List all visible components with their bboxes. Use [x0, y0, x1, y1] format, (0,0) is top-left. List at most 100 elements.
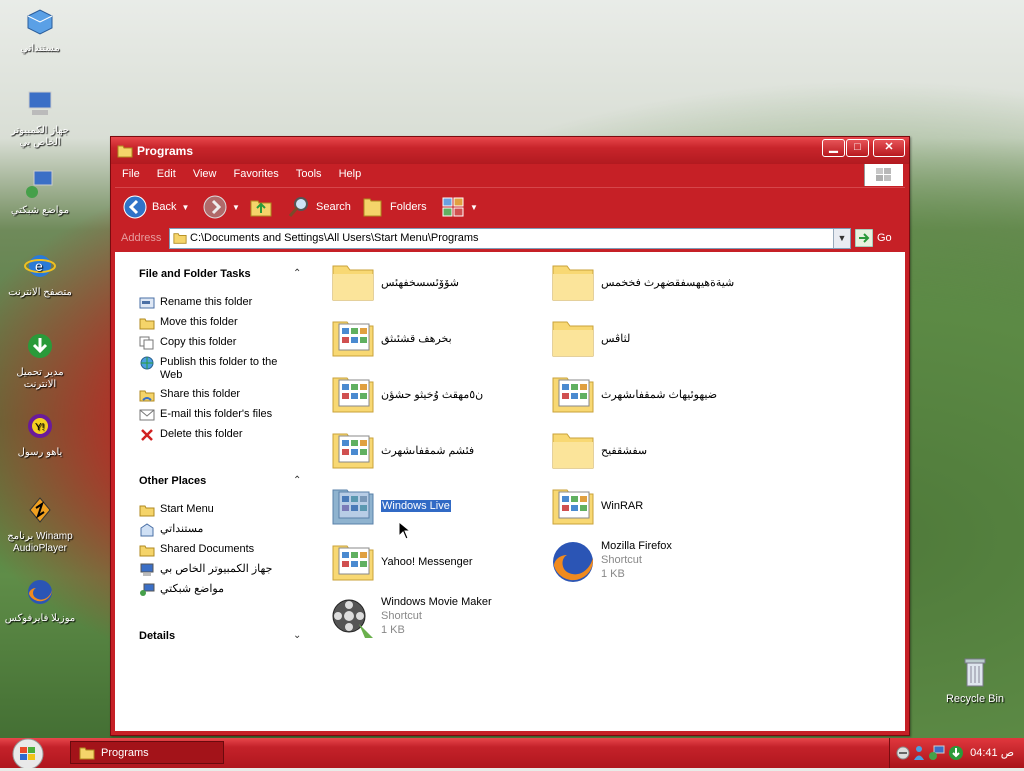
title-bar[interactable]: Programs ▁ □ ✕: [111, 137, 909, 164]
system-tray: 04:41 ص: [889, 738, 1024, 768]
content-area: File and Folder Tasks ⌃ Rename this fold…: [115, 252, 905, 731]
file-item[interactable]: سفشقفيح: [549, 426, 759, 478]
file-item[interactable]: Windows Movie Maker Shortcut 1 KB: [329, 594, 539, 646]
chevron-up-icon[interactable]: ⌃: [293, 475, 301, 486]
place-my-network[interactable]: مواضع شبكتي: [139, 583, 299, 597]
desktop-icon-mozilla-firefox[interactable]: موزيلا فايرفوكس: [0, 576, 80, 625]
start-button[interactable]: [0, 738, 56, 770]
folder-icon: [79, 747, 95, 759]
close-button[interactable]: ✕: [873, 139, 905, 157]
share-icon: [139, 390, 155, 402]
file-folder-tasks-header[interactable]: File and Folder Tasks: [139, 268, 251, 280]
task-copy-folder[interactable]: Copy this folder: [139, 336, 299, 350]
winamp-icon: [29, 497, 51, 523]
menu-tools[interactable]: Tools: [289, 164, 329, 180]
task-email-files[interactable]: E-mail this folder's files: [139, 408, 299, 422]
desktop-icon-download-manager[interactable]: مدير تحميل الانترنت: [0, 330, 80, 391]
up-folder-button[interactable]: [249, 193, 273, 221]
mouse-cursor-icon: [398, 521, 412, 540]
desktop-icon-my-documents[interactable]: مستنداتي: [0, 6, 80, 55]
explorer-window[interactable]: Programs ▁ □ ✕ File Edit View Favorites …: [110, 136, 910, 736]
address-dropdown-button[interactable]: ▼: [833, 229, 850, 248]
views-button[interactable]: ▼: [441, 193, 478, 221]
file-item[interactable]: بخرهف قشئىثق: [329, 314, 539, 366]
forward-dropdown-icon: ▼: [232, 202, 240, 212]
go-button[interactable]: Go: [855, 228, 905, 248]
file-item[interactable]: شيةةهيهسفقضهرث فخخمس: [549, 258, 759, 310]
network-tray-icon[interactable]: [928, 745, 946, 761]
file-item[interactable]: شۆۆئسسخفهئس: [329, 258, 539, 310]
chevron-down-icon: ▼: [837, 233, 847, 243]
email-icon: [139, 409, 155, 421]
file-item[interactable]: ن٥مهقث وُخيثو حشؤن: [329, 370, 539, 422]
desktop-icon-yahoo-messenger[interactable]: Y! ياهو رسول: [0, 410, 80, 459]
place-shared-documents[interactable]: Shared Documents: [139, 543, 299, 557]
chevron-down-icon[interactable]: ⌄: [293, 630, 301, 641]
file-item[interactable]: Yahoo! Messenger: [329, 538, 539, 590]
folder-icon: [552, 265, 594, 301]
program-group-icon: [332, 321, 374, 357]
download-tray-icon[interactable]: [948, 745, 964, 761]
file-item[interactable]: Mozilla Firefox Shortcut 1 KB: [549, 538, 759, 590]
folder-icon: [139, 505, 155, 517]
menu-edit[interactable]: Edit: [150, 164, 183, 180]
task-move-folder[interactable]: Move this folder: [139, 316, 299, 330]
menu-favorites[interactable]: Favorites: [227, 164, 286, 180]
search-button[interactable]: Search: [287, 193, 351, 221]
clock[interactable]: 04:41 ص: [970, 746, 1014, 759]
file-item-selected[interactable]: Windows Live: [329, 482, 539, 534]
forward-button[interactable]: ▼: [203, 193, 240, 221]
other-places-header[interactable]: Other Places: [139, 475, 206, 487]
search-icon: [288, 197, 308, 217]
desktop-icon-internet-explorer[interactable]: e متصفح الانترنت: [0, 250, 80, 299]
back-dropdown-icon: ▼: [181, 202, 190, 212]
download-manager-icon: [28, 334, 52, 358]
documents-icon: [140, 523, 154, 537]
delete-icon: [141, 429, 153, 441]
task-publish-web[interactable]: Publish this folder to the Web: [139, 356, 299, 382]
place-my-documents[interactable]: مستنداتي: [139, 523, 299, 537]
place-start-menu[interactable]: Start Menu: [139, 503, 299, 517]
windows-flag-icon: [876, 168, 891, 181]
maximize-icon: □: [854, 141, 861, 153]
details-header[interactable]: Details: [139, 630, 175, 642]
desktop-icon-my-network[interactable]: مواضع شبكتي: [0, 168, 80, 217]
desktop-icon-recycle-bin[interactable]: Recycle Bin: [940, 656, 1010, 705]
taskbar-button-programs[interactable]: Programs: [70, 741, 224, 764]
file-item[interactable]: فئشم شمقفاىشهرث: [329, 426, 539, 478]
menu-help[interactable]: Help: [332, 164, 369, 180]
recycle-bin-icon: [964, 658, 986, 687]
minimize-button[interactable]: ▁: [822, 139, 845, 157]
rename-icon: [139, 297, 155, 309]
folders-button[interactable]: Folders: [361, 193, 427, 221]
views-dropdown-icon: ▼: [470, 202, 478, 212]
firefox-icon: [553, 542, 594, 582]
back-arrow-icon: [123, 195, 147, 219]
computer-icon: [28, 91, 52, 115]
back-button[interactable]: Back ▼: [123, 193, 189, 221]
windows-logo: [864, 164, 903, 186]
place-my-computer[interactable]: جهاز الكمبيوتر الخاص بي: [139, 563, 299, 577]
forward-arrow-icon: [203, 195, 227, 219]
messenger-tray-icon[interactable]: [912, 745, 926, 761]
tray-icon-1[interactable]: [896, 746, 910, 760]
address-input[interactable]: C:\Documents and Settings\All Users\Star…: [169, 228, 851, 249]
task-rename-folder[interactable]: Rename this folder: [139, 296, 299, 310]
close-icon: ✕: [884, 141, 894, 153]
desktop-icon-my-computer[interactable]: جهاز الكمبيوتر الخاص بي: [0, 88, 80, 149]
chevron-up-icon[interactable]: ⌃: [293, 268, 301, 279]
maximize-button[interactable]: □: [846, 139, 869, 157]
file-item[interactable]: ضيهوئيهاث شمقفاىشهرث: [549, 370, 759, 422]
file-item[interactable]: WinRAR: [549, 482, 759, 534]
window-title: Programs: [137, 144, 194, 158]
program-group-icon: [552, 377, 594, 413]
folder-icon: [117, 145, 133, 158]
task-delete-folder[interactable]: Delete this folder: [139, 428, 299, 442]
desktop-icon-winamp[interactable]: برنامج Winamp AudioPlayer: [0, 494, 80, 555]
minimize-icon: ▁: [829, 141, 838, 153]
menu-file[interactable]: File: [115, 164, 147, 180]
menu-view[interactable]: View: [186, 164, 224, 180]
file-item[interactable]: لثاڤس: [549, 314, 759, 366]
task-share-folder[interactable]: Share this folder: [139, 388, 299, 402]
program-group-icon: [332, 545, 374, 581]
